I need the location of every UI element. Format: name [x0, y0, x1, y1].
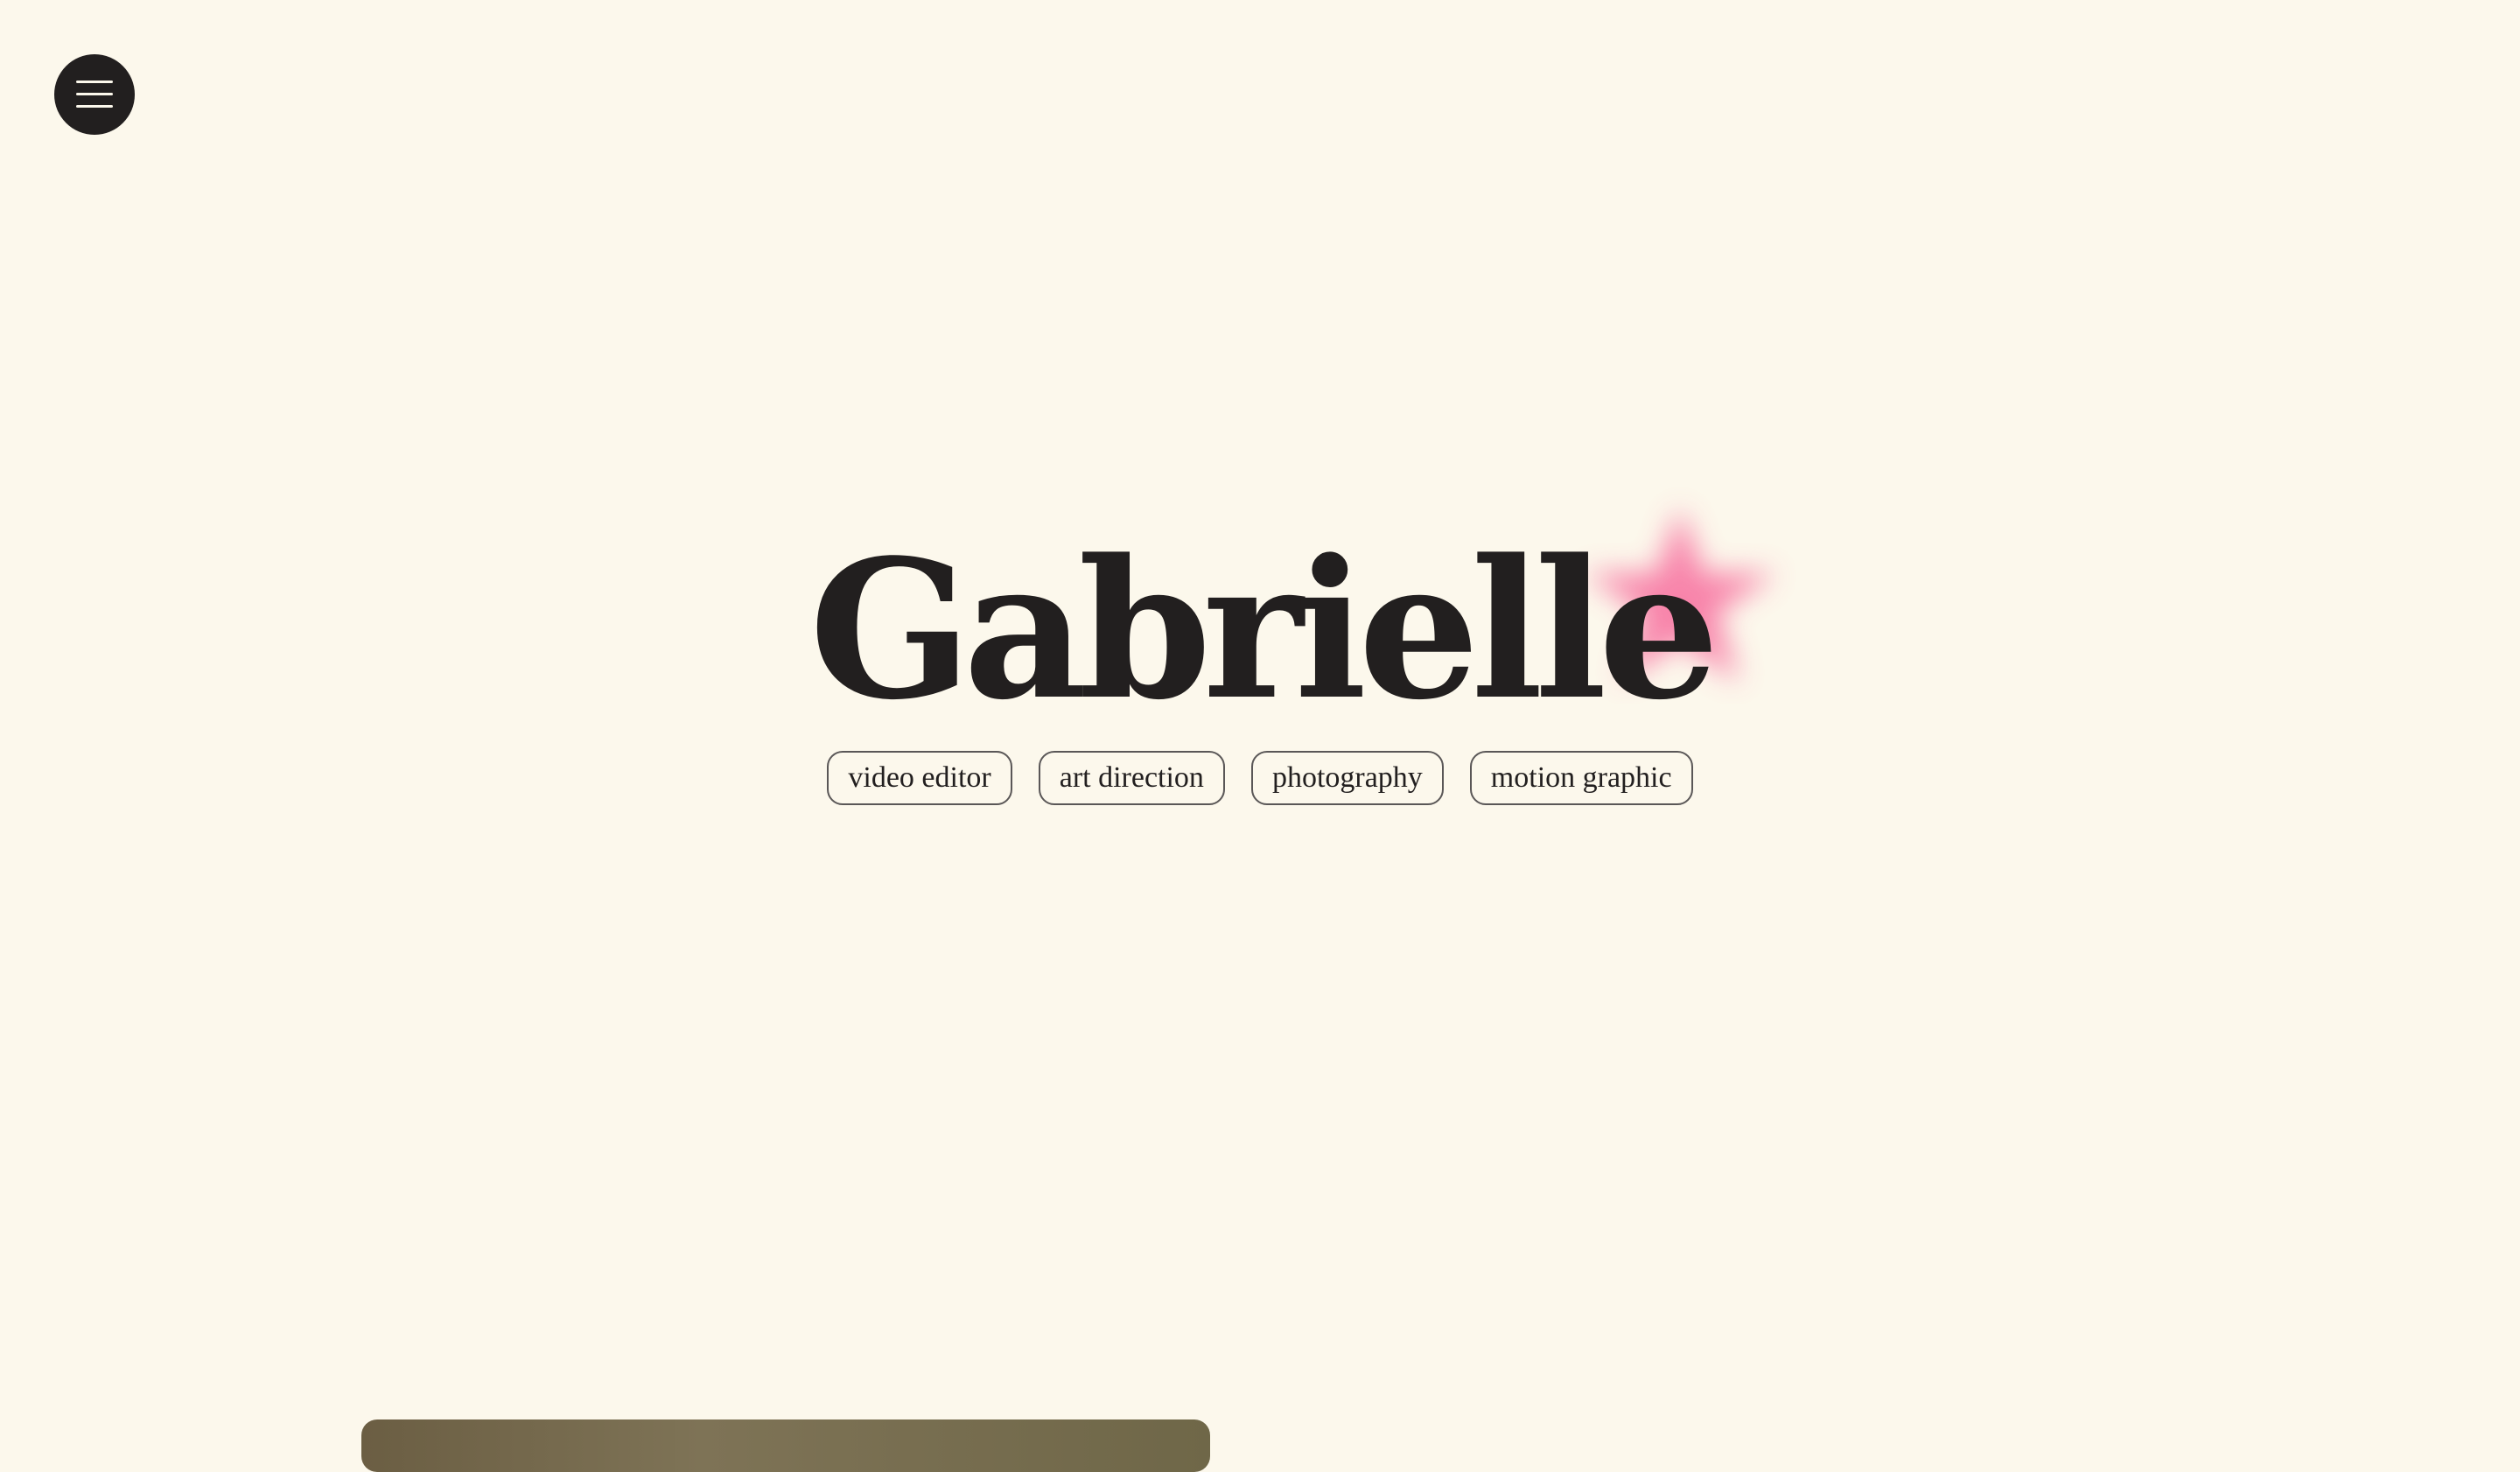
project-preview-image[interactable] — [361, 1419, 1210, 1472]
tag-photography[interactable]: photography — [1250, 751, 1444, 805]
hamburger-icon — [76, 81, 113, 109]
tag-list: video editor art direction photography m… — [0, 751, 2520, 805]
hero-title: Gabrielle — [808, 518, 1720, 742]
tag-art-direction[interactable]: art direction — [1038, 751, 1225, 805]
tag-video-editor[interactable]: video editor — [827, 751, 1012, 805]
menu-button[interactable] — [54, 54, 135, 135]
tag-motion-graphic[interactable]: motion graphic — [1469, 751, 1693, 805]
